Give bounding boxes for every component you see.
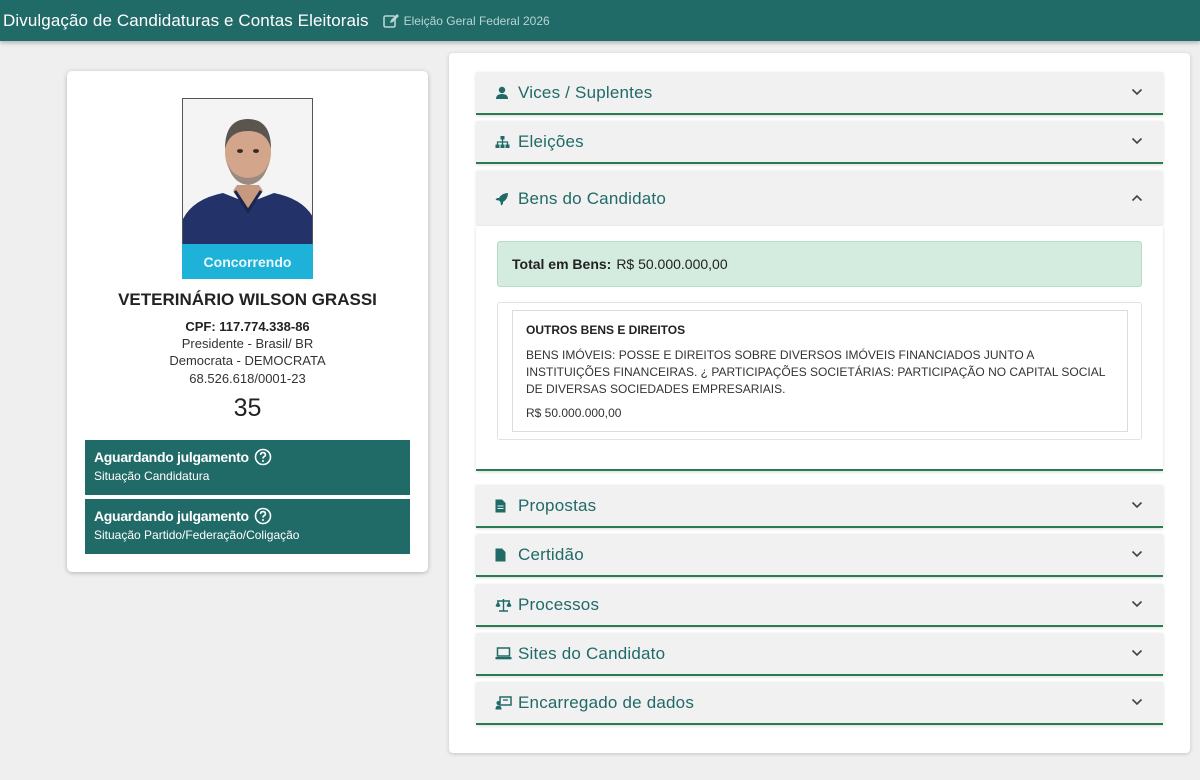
section-label: Sites do Candidato bbox=[518, 643, 666, 663]
section-label: Certidão bbox=[518, 544, 584, 564]
bem-description: BENS IMÓVEIS: POSSE E DIREITOS SOBRE DIV… bbox=[526, 348, 1105, 396]
user-icon bbox=[496, 86, 508, 99]
details-panel: Vices / Suplentes Eleições Bens do Candi… bbox=[449, 53, 1190, 753]
file-icon bbox=[495, 548, 506, 561]
section-propostas[interactable]: Propostas bbox=[476, 485, 1163, 528]
rocket-icon bbox=[495, 193, 508, 206]
status-badge: Concorrendo bbox=[182, 244, 313, 279]
section-vices[interactable]: Vices / Suplentes bbox=[476, 72, 1163, 115]
help-icon[interactable] bbox=[254, 507, 272, 525]
sitemap-icon bbox=[495, 135, 510, 148]
status-subtitle: Situação Partido/Federação/Coligação bbox=[94, 528, 300, 542]
bem-value: R$ 50.000.000,00 bbox=[526, 406, 622, 420]
file-icon bbox=[495, 499, 506, 512]
scale-icon bbox=[495, 598, 512, 612]
status-subtitle: Situação Candidatura bbox=[94, 469, 210, 483]
status-title: Aguardando julgamento bbox=[94, 449, 249, 465]
status-title: Aguardando julgamento bbox=[94, 508, 249, 524]
laptop-icon bbox=[495, 647, 512, 660]
app-title[interactable]: Divulgação de Candidaturas e Contas Elei… bbox=[3, 11, 369, 31]
section-label: Vices / Suplentes bbox=[518, 82, 653, 102]
total-label: Total em Bens: bbox=[512, 256, 612, 272]
section-bens-header[interactable]: Bens do Candidato bbox=[476, 172, 1163, 226]
total-value: R$ 50.000.000,00 bbox=[616, 256, 728, 272]
chevron-down-icon bbox=[1131, 698, 1143, 706]
section-sites[interactable]: Sites do Candidato bbox=[476, 633, 1163, 676]
section-processos[interactable]: Processos bbox=[476, 584, 1163, 627]
chevron-down-icon bbox=[1131, 550, 1143, 558]
bens-list: OUTROS BENS E DIREITOS BENS IMÓVEIS: POS… bbox=[497, 302, 1142, 440]
total-bens: Total em Bens: R$ 50.000.000,00 bbox=[497, 241, 1142, 287]
candidate-cpf: CPF: 117.774.338-86 bbox=[185, 319, 310, 334]
chevron-down-icon bbox=[1131, 649, 1143, 657]
candidate-card: Concorrendo VETERINÁRIO WILSON GRASSI CP… bbox=[67, 71, 428, 572]
election-name: Eleição Geral Federal 2026 bbox=[403, 13, 550, 28]
section-label: Eleições bbox=[518, 131, 584, 151]
section-label: Bens do Candidato bbox=[518, 189, 667, 208]
status-candidatura: Aguardando julgamento Situação Candidatu… bbox=[85, 440, 410, 495]
section-encarregado[interactable]: Encarregado de dados bbox=[476, 682, 1163, 725]
election-selector[interactable]: Eleição Geral Federal 2026 bbox=[382, 13, 550, 29]
candidate-cnpj: 68.526.618/0001-23 bbox=[189, 371, 306, 386]
chevron-up-icon bbox=[1131, 194, 1143, 202]
chevron-down-icon bbox=[1131, 501, 1143, 509]
bem-type: OUTROS BENS E DIREITOS bbox=[526, 323, 686, 337]
chevron-down-icon bbox=[1131, 600, 1143, 608]
candidate-role: Presidente - Brasil/ BR bbox=[181, 336, 314, 351]
chevron-down-icon bbox=[1131, 137, 1143, 145]
chevron-down-icon bbox=[1131, 88, 1143, 96]
help-icon[interactable] bbox=[254, 448, 272, 466]
section-eleicoes[interactable]: Eleições bbox=[476, 121, 1163, 164]
candidate-number: 35 bbox=[233, 394, 262, 422]
candidate-party: Democrata - DEMOCRATA bbox=[169, 353, 326, 368]
top-bar: Divulgação de Candidaturas e Contas Elei… bbox=[0, 0, 1200, 41]
section-bens-body: Total em Bens: R$ 50.000.000,00 OUTROS B… bbox=[476, 226, 1163, 471]
section-label: Propostas bbox=[518, 495, 597, 515]
section-certidao[interactable]: Certidão bbox=[476, 534, 1163, 577]
list-item: OUTROS BENS E DIREITOS BENS IMÓVEIS: POS… bbox=[512, 310, 1128, 432]
edit-icon bbox=[382, 13, 399, 28]
section-label: Encarregado de dados bbox=[518, 692, 695, 712]
status-partido: Aguardando julgamento Situação Partido/F… bbox=[85, 499, 410, 554]
section-label: Processos bbox=[518, 594, 600, 614]
candidate-name: VETERINÁRIO WILSON GRASSI bbox=[118, 290, 377, 309]
id-card-icon bbox=[495, 695, 512, 709]
